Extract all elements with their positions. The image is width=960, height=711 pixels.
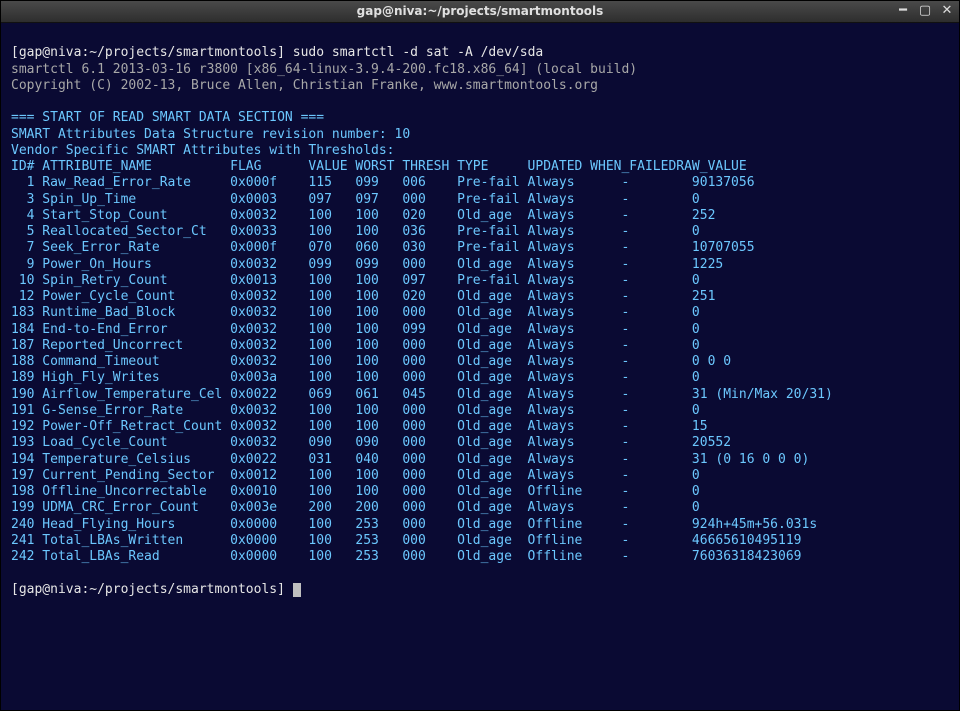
window-title: gap@niva:~/projects/smartmontools <box>357 4 604 19</box>
vendor-line: Vendor Specific SMART Attributes with Th… <box>11 143 395 158</box>
table-row: 199 UDMA_CRC_Error_Count 0x003e 200 200 … <box>11 500 700 515</box>
minimize-icon[interactable]: ━ <box>895 3 911 19</box>
table-row: 187 Reported_Uncorrect 0x0032 100 100 00… <box>11 338 700 353</box>
table-row: 241 Total_LBAs_Written 0x0000 100 253 00… <box>11 533 802 548</box>
table-row: 242 Total_LBAs_Read 0x0000 100 253 000 O… <box>11 549 802 564</box>
table-row: 184 End-to-End_Error 0x0032 100 100 099 … <box>11 322 700 337</box>
terminal-window: gap@niva:~/projects/smartmontools ━ ▢ ✕ … <box>0 0 960 711</box>
table-row: 189 High_Fly_Writes 0x003a 100 100 000 O… <box>11 370 700 385</box>
table-row: 10 Spin_Retry_Count 0x0013 100 100 097 P… <box>11 273 700 288</box>
attributes-table-body: 1 Raw_Read_Error_Rate 0x000f 115 099 006… <box>11 175 833 564</box>
table-row: 5 Reallocated_Sector_Ct 0x0033 100 100 0… <box>11 224 700 239</box>
table-row: 3 Spin_Up_Time 0x0003 097 097 000 Pre-fa… <box>11 192 700 207</box>
table-row: 192 Power-Off_Retract_Count 0x0032 100 1… <box>11 419 708 434</box>
table-row: 191 G-Sense_Error_Rate 0x0032 100 100 00… <box>11 403 700 418</box>
table-row: 188 Command_Timeout 0x0032 100 100 000 O… <box>11 354 731 369</box>
shell-prompt: [gap@niva:~/projects/smartmontools] <box>11 45 285 60</box>
table-row: 1 Raw_Read_Error_Rate 0x000f 115 099 006… <box>11 175 755 190</box>
shell-prompt-2: [gap@niva:~/projects/smartmontools] <box>11 582 285 597</box>
table-row: 12 Power_Cycle_Count 0x0032 100 100 020 … <box>11 289 715 304</box>
window-controls: ━ ▢ ✕ <box>895 3 955 19</box>
table-row: 194 Temperature_Celsius 0x0022 031 040 0… <box>11 452 809 467</box>
table-row: 190 Airflow_Temperature_Cel 0x0022 069 0… <box>11 387 833 402</box>
maximize-icon[interactable]: ▢ <box>917 3 933 19</box>
table-row: 7 Seek_Error_Rate 0x000f 070 060 030 Pre… <box>11 240 755 255</box>
command-line: sudo smartctl -d sat -A /dev/sda <box>293 45 543 60</box>
copyright-line: Copyright (C) 2002-13, Bruce Allen, Chri… <box>11 78 598 93</box>
terminal-output[interactable]: [gap@niva:~/projects/smartmontools] sudo… <box>1 23 959 710</box>
window-titlebar[interactable]: gap@niva:~/projects/smartmontools ━ ▢ ✕ <box>1 1 959 23</box>
table-row: 193 Load_Cycle_Count 0x0032 090 090 000 … <box>11 435 731 450</box>
revision-line: SMART Attributes Data Structure revision… <box>11 127 410 142</box>
table-row: 4 Start_Stop_Count 0x0032 100 100 020 Ol… <box>11 208 715 223</box>
table-row: 197 Current_Pending_Sector 0x0012 100 10… <box>11 468 700 483</box>
table-row: 240 Head_Flying_Hours 0x0000 100 253 000… <box>11 517 817 532</box>
table-row: 198 Offline_Uncorrectable 0x0010 100 100… <box>11 484 700 499</box>
column-header-row: ID# ATTRIBUTE_NAME FLAG VALUE WORST THRE… <box>11 159 747 174</box>
cursor-block <box>293 583 301 597</box>
close-icon[interactable]: ✕ <box>939 3 955 19</box>
table-row: 183 Runtime_Bad_Block 0x0032 100 100 000… <box>11 305 700 320</box>
section-header: === START OF READ SMART DATA SECTION === <box>11 110 324 125</box>
version-line: smartctl 6.1 2013-03-16 r3800 [x86_64-li… <box>11 62 637 77</box>
table-row: 9 Power_On_Hours 0x0032 099 099 000 Old_… <box>11 257 723 272</box>
